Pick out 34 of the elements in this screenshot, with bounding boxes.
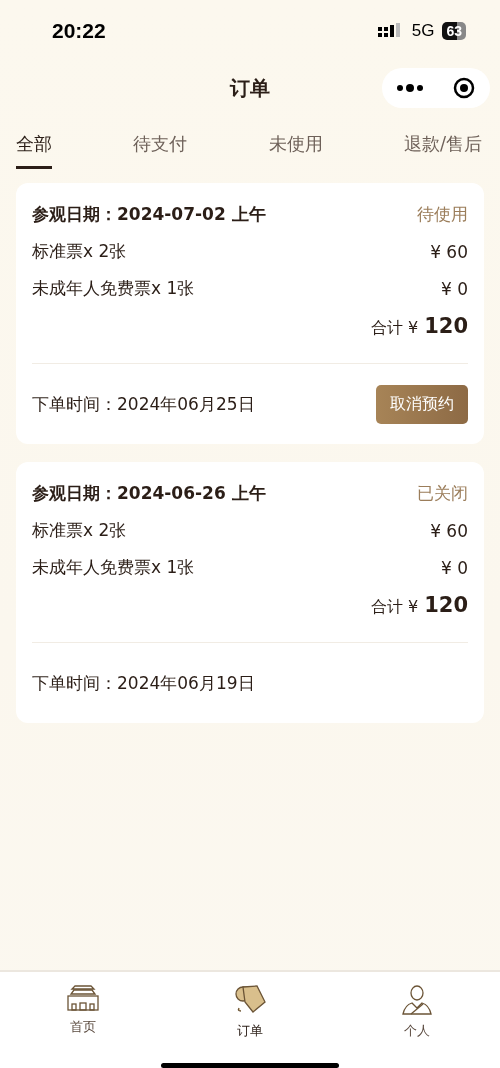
ticket-name: 未成年人免费票x 1张: [32, 277, 195, 300]
order-tab[interactable]: 待支付: [133, 132, 188, 169]
order-status: 待使用: [417, 203, 468, 226]
order-time: 下单时间：2024年06月19日: [32, 671, 255, 695]
total-label: 合计 ¥: [370, 597, 419, 618]
order-status: 已关闭: [417, 482, 468, 505]
battery-level: 63: [442, 22, 466, 40]
person-icon: [400, 984, 433, 1016]
gate-tower-icon: [66, 984, 101, 1012]
order-time: 下单时间：2024年06月25日: [32, 392, 255, 416]
ticket-price: ¥ 0: [440, 278, 468, 299]
total-amount: 120: [424, 314, 468, 338]
ticket-price: ¥ 60: [430, 520, 468, 541]
order-tab[interactable]: 未使用: [268, 132, 323, 169]
order-tab[interactable]: 退款/售后: [403, 132, 482, 169]
network-label: 5G: [411, 21, 435, 41]
order-tab[interactable]: 全部: [16, 132, 52, 169]
nav-label[interactable]: 个人: [403, 1022, 430, 1040]
cancel-button[interactable]: 取消预约: [376, 384, 468, 424]
ticket-name: 未成年人免费票x 1张: [32, 556, 195, 579]
ticket-price: ¥ 0: [440, 557, 468, 578]
ticket-name: 标准票x 2张: [32, 519, 127, 542]
more-icon[interactable]: [397, 84, 423, 92]
nav-label[interactable]: 首页: [70, 1018, 97, 1036]
ticket-price: ¥ 60: [430, 241, 468, 262]
visit-date: 参观日期：2024-06-26 上午: [32, 482, 266, 505]
close-target-icon[interactable]: [453, 77, 475, 99]
ticket-name: 标准票x 2张: [32, 240, 127, 263]
page-title: 订单: [230, 74, 270, 102]
status-time: 20:22: [52, 19, 106, 43]
visit-date: 参观日期：2024-07-02 上午: [32, 203, 266, 226]
total-amount: 120: [424, 593, 468, 617]
nav-label[interactable]: 订单: [237, 1022, 263, 1040]
total-label: 合计 ¥: [370, 318, 419, 339]
